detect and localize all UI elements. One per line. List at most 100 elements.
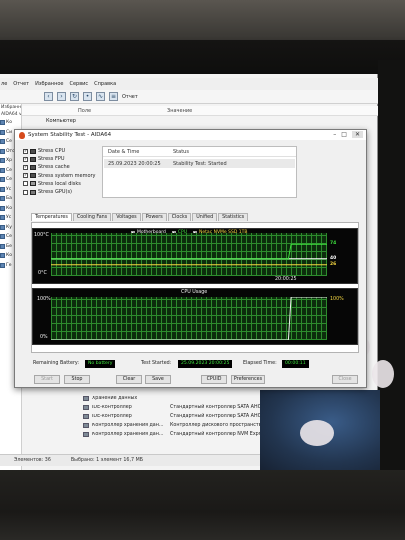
cpu-temp-line bbox=[51, 243, 327, 260]
stress-cpu-option[interactable]: ✓ Stress CPU bbox=[23, 147, 103, 155]
report-button[interactable]: Отчет bbox=[122, 94, 138, 100]
computer-icon bbox=[0, 120, 5, 126]
tab-unified[interactable]: Unified bbox=[192, 213, 218, 221]
window-titlebar[interactable]: System Stability Test - AIDA64 – □ ✕ bbox=[15, 130, 366, 140]
checkbox[interactable] bbox=[23, 181, 28, 187]
tab-powers[interactable]: Powers bbox=[141, 213, 167, 221]
board-icon bbox=[0, 129, 5, 135]
cpu-axis-top: 100% bbox=[37, 297, 51, 302]
graph-tabs: Temperatures Cooling Fans Voltages Power… bbox=[31, 213, 249, 221]
refresh-icon[interactable]: ↻ bbox=[70, 92, 79, 101]
controller-icon bbox=[83, 414, 89, 419]
devices-icon bbox=[0, 186, 5, 192]
forward-icon[interactable]: › bbox=[57, 92, 66, 101]
disk-icon bbox=[30, 181, 36, 187]
cpu-temp-value: 74 bbox=[330, 241, 337, 247]
cpu-icon bbox=[30, 148, 36, 154]
controller-icon bbox=[83, 405, 89, 410]
temperature-graph: ✓Motherboard ✓CPU ✓Netac NVMe SSD 1TB 10… bbox=[32, 228, 358, 284]
menu-item[interactable]: Отчет bbox=[13, 81, 29, 87]
status-column[interactable]: Status bbox=[173, 149, 189, 155]
test-started-label: Test Started: bbox=[141, 361, 172, 366]
report-icon[interactable]: ≡ bbox=[109, 92, 118, 101]
storage-icon bbox=[83, 396, 89, 401]
first-row[interactable]: Компьютер bbox=[46, 118, 76, 124]
menu-item[interactable]: ле bbox=[1, 81, 7, 87]
cpuid-button[interactable]: CPUID bbox=[201, 375, 227, 384]
menu-bar: ле Отчет Избранное Сервис Справка bbox=[0, 78, 378, 90]
tab-cooling-fans[interactable]: Cooling Fans bbox=[72, 213, 112, 221]
elapsed-label: Elapsed Time: bbox=[243, 361, 277, 366]
temperature-grid bbox=[51, 233, 327, 276]
ssd-temp-value: 26 bbox=[330, 261, 337, 267]
checkbox[interactable]: ✓ bbox=[23, 148, 28, 154]
display-icon bbox=[0, 148, 5, 154]
minimize-icon[interactable]: – bbox=[333, 131, 336, 138]
software-icon bbox=[0, 224, 5, 230]
stop-button[interactable]: Stop bbox=[64, 375, 90, 384]
fpu-icon bbox=[30, 156, 36, 162]
checkbox[interactable]: ✓ bbox=[23, 156, 28, 162]
user-icon[interactable]: • bbox=[83, 92, 92, 101]
controller-icon bbox=[83, 432, 89, 437]
tree-root[interactable]: AIDA64 v6.70.6000 bbox=[0, 111, 21, 118]
favorites-tab[interactable]: Избранное bbox=[0, 104, 21, 111]
stress-gpu-option[interactable]: Stress GPU(s) bbox=[23, 188, 103, 196]
blossom-decoration bbox=[372, 360, 394, 388]
window-title: System Stability Test - AIDA64 bbox=[28, 132, 112, 138]
os-icon bbox=[0, 139, 5, 145]
checkbox[interactable] bbox=[23, 189, 28, 195]
value-column[interactable]: Значение bbox=[167, 108, 192, 114]
benchmark-icon bbox=[0, 262, 5, 268]
cpu-usage-line bbox=[51, 296, 327, 341]
stress-disks-option[interactable]: Stress local disks bbox=[23, 180, 103, 188]
stress-memory-option[interactable]: ✓ Stress system memory bbox=[23, 172, 103, 180]
shield-icon bbox=[0, 243, 5, 249]
clear-button[interactable]: Clear bbox=[116, 375, 142, 384]
status-count: Элементов: 36 bbox=[14, 458, 51, 463]
temperature-lines bbox=[51, 243, 327, 266]
stress-options: ✓ Stress CPU ✓ Stress FPU ✓ Stress cache… bbox=[23, 147, 103, 196]
temp-axis-top: 100°C bbox=[34, 233, 49, 238]
battery-value: No battery bbox=[85, 360, 116, 368]
status-log-header: Date & Time Status bbox=[103, 147, 296, 157]
tab-clocks[interactable]: Clocks bbox=[167, 213, 192, 221]
stability-test-window: System Stability Test - AIDA64 – □ ✕ ✓ S… bbox=[14, 129, 367, 388]
elapsed-value: 00:00:11 bbox=[282, 360, 309, 368]
menu-item[interactable]: Справка bbox=[94, 81, 116, 87]
field-column[interactable]: Поле bbox=[78, 108, 91, 114]
tree-item[interactable]: Ко bbox=[0, 118, 21, 128]
start-button[interactable]: Start bbox=[34, 375, 60, 384]
date-column[interactable]: Date & Time bbox=[108, 149, 139, 155]
back-icon[interactable]: ‹ bbox=[44, 92, 53, 101]
tab-statistics[interactable]: Statistics bbox=[218, 213, 249, 221]
gpu-icon bbox=[30, 189, 36, 195]
devices-icon bbox=[0, 215, 5, 221]
menu-item[interactable]: Сервис bbox=[69, 81, 88, 87]
config-icon bbox=[0, 205, 5, 211]
menu-item[interactable]: Избранное bbox=[35, 81, 63, 87]
close-button[interactable]: Close bbox=[332, 375, 358, 384]
tab-voltages[interactable]: Voltages bbox=[112, 213, 141, 221]
status-log-row[interactable]: 25.09.2023 20:00:25 Stability Test: Star… bbox=[104, 159, 295, 168]
checkbox[interactable]: ✓ bbox=[23, 164, 28, 170]
maximize-icon[interactable]: □ bbox=[341, 131, 347, 138]
motherboard-temp-value: 40 bbox=[330, 255, 337, 261]
monitor-bezel-right bbox=[378, 60, 405, 480]
close-icon[interactable]: ✕ bbox=[351, 131, 363, 138]
column-header: Поле Значение bbox=[22, 106, 378, 116]
save-button[interactable]: Save bbox=[145, 375, 171, 384]
config-icon bbox=[0, 253, 5, 259]
action-buttons: Start Stop Clear Save CPUID Preferences … bbox=[34, 375, 364, 385]
cpu-usage-series-line bbox=[51, 296, 327, 341]
preferences-button[interactable]: Preferences bbox=[231, 375, 265, 384]
tab-temperatures[interactable]: Temperatures bbox=[31, 213, 72, 221]
test-info-row: Remaining Battery: No battery Test Start… bbox=[33, 360, 363, 369]
checkbox[interactable]: ✓ bbox=[23, 173, 28, 179]
blossom-decoration bbox=[300, 420, 334, 446]
stress-cache-option[interactable]: ✓ Stress cache bbox=[23, 163, 103, 171]
stress-fpu-option[interactable]: ✓ Stress FPU bbox=[23, 155, 103, 163]
chart-icon[interactable]: ∿ bbox=[96, 92, 105, 101]
controller-icon bbox=[83, 423, 89, 428]
cache-icon bbox=[30, 164, 36, 170]
